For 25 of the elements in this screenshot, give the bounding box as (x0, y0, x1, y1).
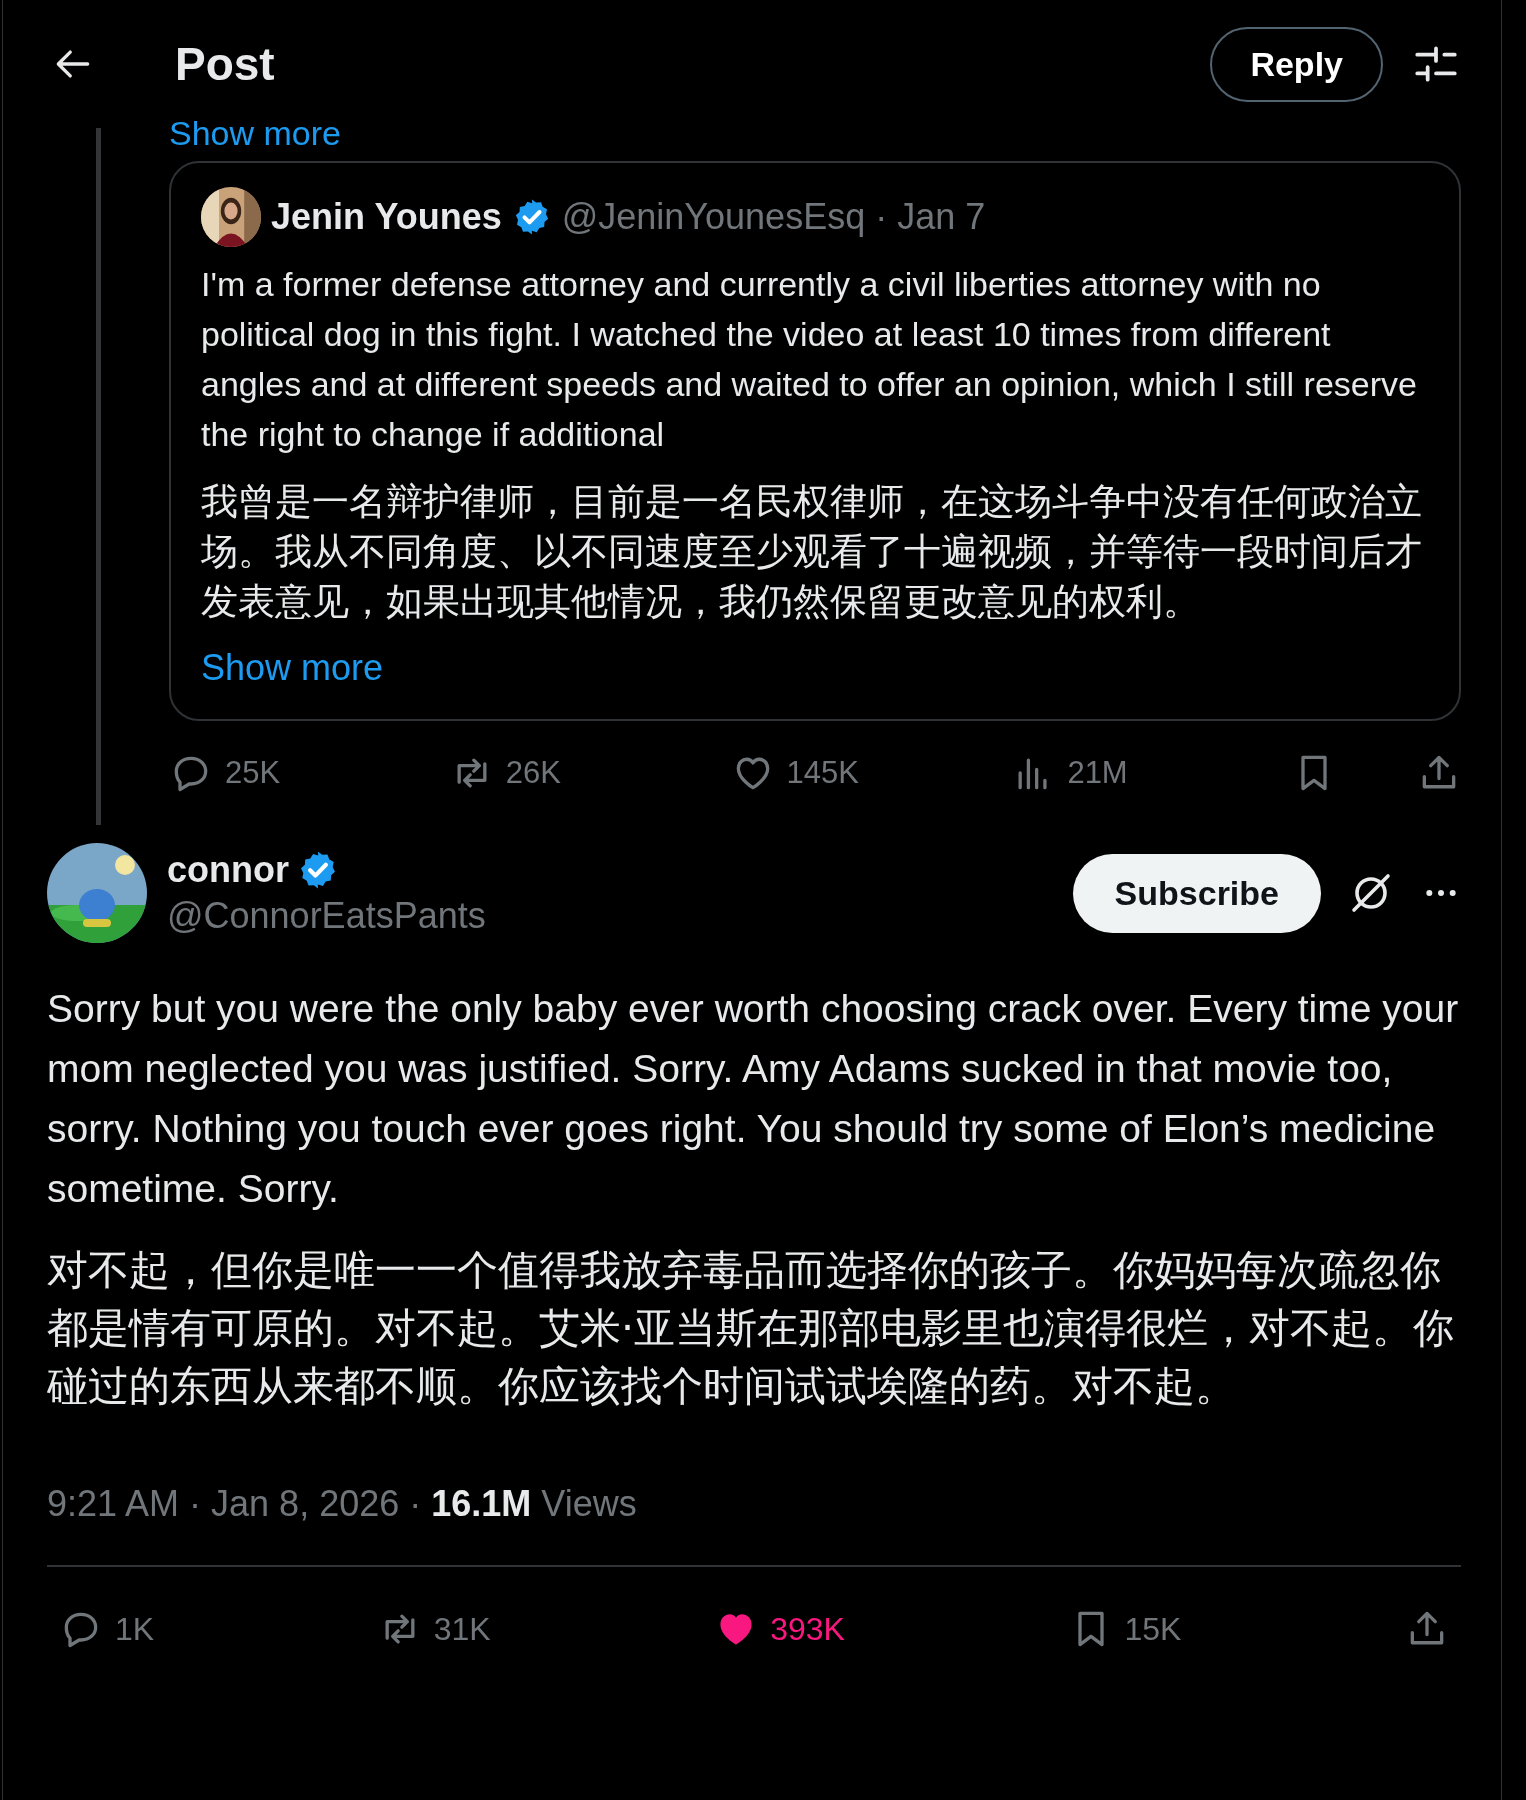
like-button[interactable]: 393K (714, 1607, 845, 1651)
post-text: Sorry but you were the only baby ever worth choosing crack over. Every time your mom neglected you was justified. Sorry. Amy Adams sucked in that movie too, sorry. Nothing you touch ever goes right. You should try some of Elon’s medicine sometime. Sorry. (47, 986, 1460, 1212)
author-name: Jenin Younes (271, 196, 502, 238)
translated-text: 我曾是一名辩护律师，目前是一名民权律师，在这场斗争中没有任何政治立场。我从不同角度、以不同速度至少观看了十遍视频，并等待一段时间后才发表意见，如果出现其他情况，我仍然保留更改意见的权利。 (201, 479, 1423, 625)
page-title: Post (175, 37, 276, 91)
reply-button[interactable]: 1K (59, 1607, 155, 1651)
like-button[interactable]: 145K (730, 751, 931, 795)
reply-button[interactable]: Reply (1210, 26, 1383, 102)
post-date: Jan 7 (897, 196, 986, 238)
author-handle: @ConnorEatsPants (167, 895, 487, 937)
author-handle: @JeninYounesEsq (561, 196, 866, 238)
views-button[interactable]: 21M (1011, 751, 1212, 795)
translated-text: 对不起，但你是唯一一个值得我放弃毒品而选择你的孩子。你妈妈每次疏忽你都是情有可原的。对不起。艾米·亚当斯在那部电影里也演得很烂，对不起。你碰过的东西从来都不顺。你应该找个时间试试埃隆的药。对不起。 (47, 1245, 1456, 1412)
quoted-post-card[interactable] (169, 161, 1461, 721)
post-timestamp: 9:21 AM · Jan 8, 2026 · 16.1M Views (47, 1483, 638, 1525)
bookmark-button[interactable]: 15K (1068, 1607, 1182, 1651)
author-name: connor (167, 849, 289, 891)
subscribe-button[interactable]: Subscribe (1072, 853, 1321, 933)
repost-button[interactable]: 26K (449, 751, 650, 795)
repost-button[interactable]: 31K (377, 1607, 491, 1651)
show-more-link[interactable]: Show more (201, 647, 384, 689)
reply-button[interactable]: 25K (169, 751, 369, 795)
show-more-link[interactable]: Show more (169, 114, 341, 153)
post-text: I'm a former defense attorney and currently a civil liberties attorney with no political dog in this fight. I watched the video at least 10 times from different angles and at different speeds and waited to offer an opinion, which I still reserve the right to change if additional (201, 264, 1418, 455)
separator-dot: · (875, 196, 888, 238)
